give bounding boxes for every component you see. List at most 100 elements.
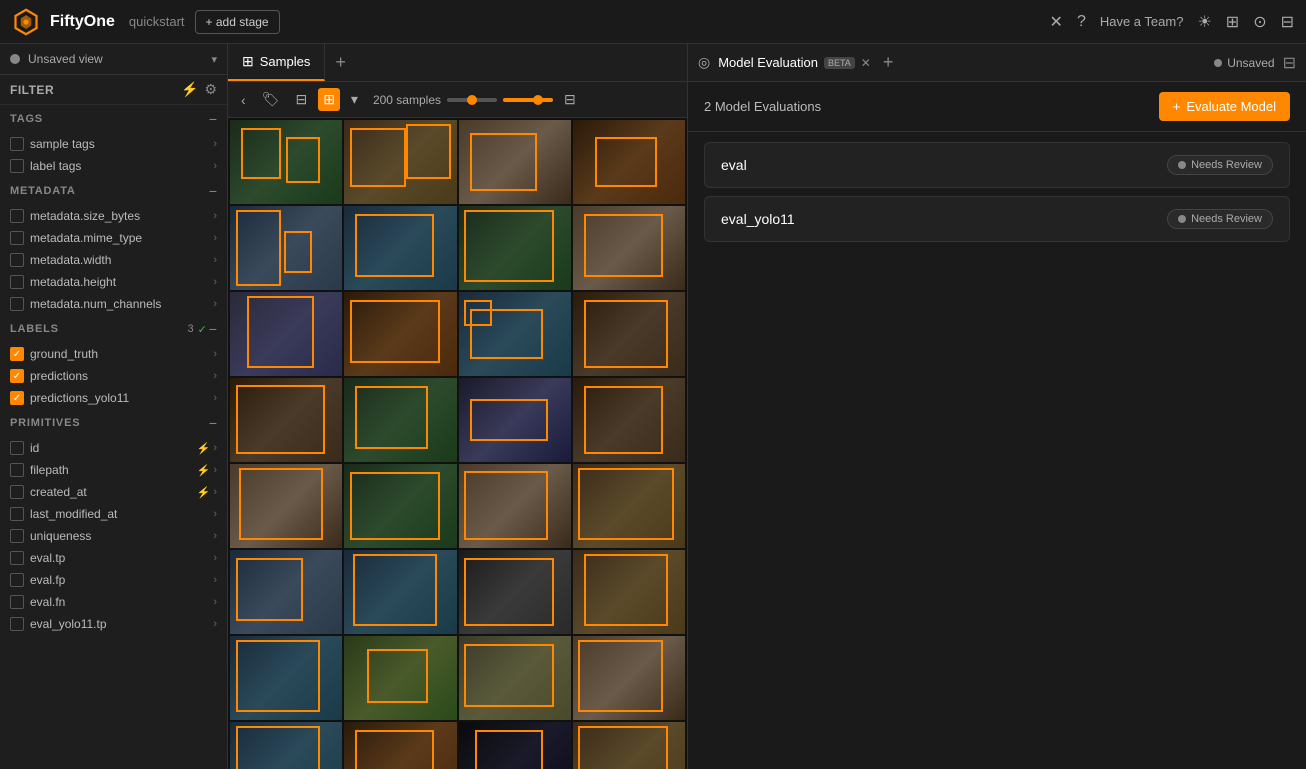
model-eval-close-icon[interactable]: ✕ — [861, 56, 871, 70]
eval-fn-checkbox[interactable] — [10, 595, 24, 609]
sample-cell[interactable] — [230, 636, 342, 720]
primitives-collapse-icon[interactable]: − — [209, 415, 217, 431]
eval-fp-checkbox[interactable] — [10, 573, 24, 587]
tag-button[interactable]: 🏷 — [257, 88, 285, 111]
sidebar-item-uniqueness[interactable]: uniqueness › — [0, 525, 227, 547]
eval-row-yolo11[interactable]: eval_yolo11 Needs Review — [704, 196, 1290, 242]
filter-button[interactable]: ⊟ — [290, 88, 312, 111]
caret-down-button[interactable]: ▾ — [346, 88, 363, 111]
add-eval-panel-button[interactable]: + — [883, 52, 894, 73]
predictions-yolo11-checkbox[interactable] — [10, 391, 24, 405]
sample-cell[interactable] — [344, 464, 456, 548]
filepath-checkbox[interactable] — [10, 463, 24, 477]
sample-cell[interactable] — [230, 378, 342, 462]
id-checkbox[interactable] — [10, 441, 24, 455]
sun-icon[interactable]: ☀ — [1197, 12, 1211, 32]
sample-cell[interactable] — [459, 378, 571, 462]
sample-cell[interactable] — [459, 206, 571, 290]
sidebar-item-metadata-size[interactable]: metadata.size_bytes › — [0, 205, 227, 227]
eval-row-eval[interactable]: eval Needs Review — [704, 142, 1290, 188]
sidebar-item-predictions-yolo11[interactable]: predictions_yolo11 › — [0, 387, 227, 409]
sidebar-item-created-at[interactable]: created_at ⚡ › — [0, 481, 227, 503]
sidebar-item-predictions[interactable]: predictions › — [0, 365, 227, 387]
metadata-size-checkbox[interactable] — [10, 209, 24, 223]
sample-cell[interactable] — [573, 120, 685, 204]
metadata-collapse-icon[interactable]: − — [209, 183, 217, 199]
tab-model-evaluation[interactable]: Model Evaluation BETA ✕ — [718, 55, 871, 70]
brightness-slider[interactable] — [503, 98, 553, 102]
sidebar-item-id[interactable]: id ⚡ › — [0, 437, 227, 459]
sample-cell[interactable] — [459, 722, 571, 769]
sample-cell[interactable] — [230, 722, 342, 769]
sample-cell[interactable] — [459, 292, 571, 376]
sample-cell[interactable] — [344, 378, 456, 462]
sample-cell[interactable] — [459, 550, 571, 634]
add-panel-button[interactable]: + — [325, 52, 356, 73]
eval-tp-checkbox[interactable] — [10, 551, 24, 565]
github-icon[interactable]: ⊙ — [1253, 12, 1266, 32]
primitives-section-header[interactable]: PRIMITIVES − — [0, 409, 227, 437]
sidebar-item-metadata-mime[interactable]: metadata.mime_type › — [0, 227, 227, 249]
sidebar-item-eval-fn[interactable]: eval.fn › — [0, 591, 227, 613]
close-icon[interactable]: ✕ — [1050, 12, 1063, 32]
grid-view-button[interactable]: ⊞ — [318, 88, 340, 111]
sidebar-item-eval-tp[interactable]: eval.tp › — [0, 547, 227, 569]
metadata-channels-checkbox[interactable] — [10, 297, 24, 311]
sidebar-item-sample-tags[interactable]: sample tags › — [0, 133, 227, 155]
right-panel-grid-icon[interactable]: ⊟ — [1283, 53, 1296, 73]
sample-cell[interactable] — [573, 378, 685, 462]
view-selector[interactable]: Unsaved view ▾ — [0, 44, 227, 75]
labels-collapse-icon[interactable]: − — [209, 321, 217, 337]
metadata-height-checkbox[interactable] — [10, 275, 24, 289]
sample-cell[interactable] — [459, 120, 571, 204]
tab-samples[interactable]: ⊞ Samples — [228, 44, 325, 81]
sample-cell[interactable] — [573, 636, 685, 720]
settings-button[interactable]: ⊟ — [559, 88, 581, 111]
sidebar-item-filepath[interactable]: filepath ⚡ › — [0, 459, 227, 481]
sidebar-item-last-modified[interactable]: last_modified_at › — [0, 503, 227, 525]
labels-section-header[interactable]: LABELS 3 ✓ − — [0, 315, 227, 343]
sample-cell[interactable] — [344, 120, 456, 204]
sidebar-item-metadata-height[interactable]: metadata.height › — [0, 271, 227, 293]
sample-cell[interactable] — [344, 636, 456, 720]
sample-cell[interactable] — [230, 120, 342, 204]
tags-collapse-icon[interactable]: − — [209, 111, 217, 127]
sample-cell[interactable] — [344, 550, 456, 634]
sample-cell[interactable] — [344, 722, 456, 769]
sample-cell[interactable] — [459, 636, 571, 720]
sample-cell[interactable] — [573, 722, 685, 769]
sidebar-item-label-tags[interactable]: label tags › — [0, 155, 227, 177]
help-icon[interactable]: ? — [1077, 13, 1086, 31]
sample-cell[interactable] — [230, 464, 342, 548]
grid-icon[interactable]: ⊞ — [1226, 12, 1239, 32]
layout-icon[interactable]: ⊟ — [1281, 12, 1294, 32]
lightning-icon[interactable]: ⚡ — [181, 81, 198, 98]
created-at-checkbox[interactable] — [10, 485, 24, 499]
ground-truth-checkbox[interactable] — [10, 347, 24, 361]
sidebar-item-ground-truth[interactable]: ground_truth › — [0, 343, 227, 365]
tags-section-header[interactable]: TAGS − — [0, 105, 227, 133]
sample-cell[interactable] — [573, 550, 685, 634]
sample-cell[interactable] — [230, 206, 342, 290]
sample-cell[interactable] — [230, 550, 342, 634]
metadata-mime-checkbox[interactable] — [10, 231, 24, 245]
sidebar-item-metadata-width[interactable]: metadata.width › — [0, 249, 227, 271]
back-button[interactable]: ‹ — [236, 89, 251, 111]
uniqueness-checkbox[interactable] — [10, 529, 24, 543]
sample-cell[interactable] — [573, 206, 685, 290]
zoom-slider[interactable] — [447, 98, 497, 102]
sample-cell[interactable] — [344, 292, 456, 376]
sidebar-item-eval-fp[interactable]: eval.fp › — [0, 569, 227, 591]
gear-icon[interactable]: ⚙ — [204, 81, 217, 98]
sample-cell[interactable] — [573, 464, 685, 548]
sidebar-item-metadata-channels[interactable]: metadata.num_channels › — [0, 293, 227, 315]
add-stage-button[interactable]: + add stage — [195, 10, 280, 34]
label-tags-checkbox[interactable] — [10, 159, 24, 173]
sample-tags-checkbox[interactable] — [10, 137, 24, 151]
evaluate-model-button[interactable]: + Evaluate Model — [1159, 92, 1290, 121]
sample-cell[interactable] — [459, 464, 571, 548]
sample-cell[interactable] — [344, 206, 456, 290]
sample-cell[interactable] — [573, 292, 685, 376]
metadata-width-checkbox[interactable] — [10, 253, 24, 267]
sidebar-item-eval-yolo11-tp[interactable]: eval_yolo11.tp › — [0, 613, 227, 635]
